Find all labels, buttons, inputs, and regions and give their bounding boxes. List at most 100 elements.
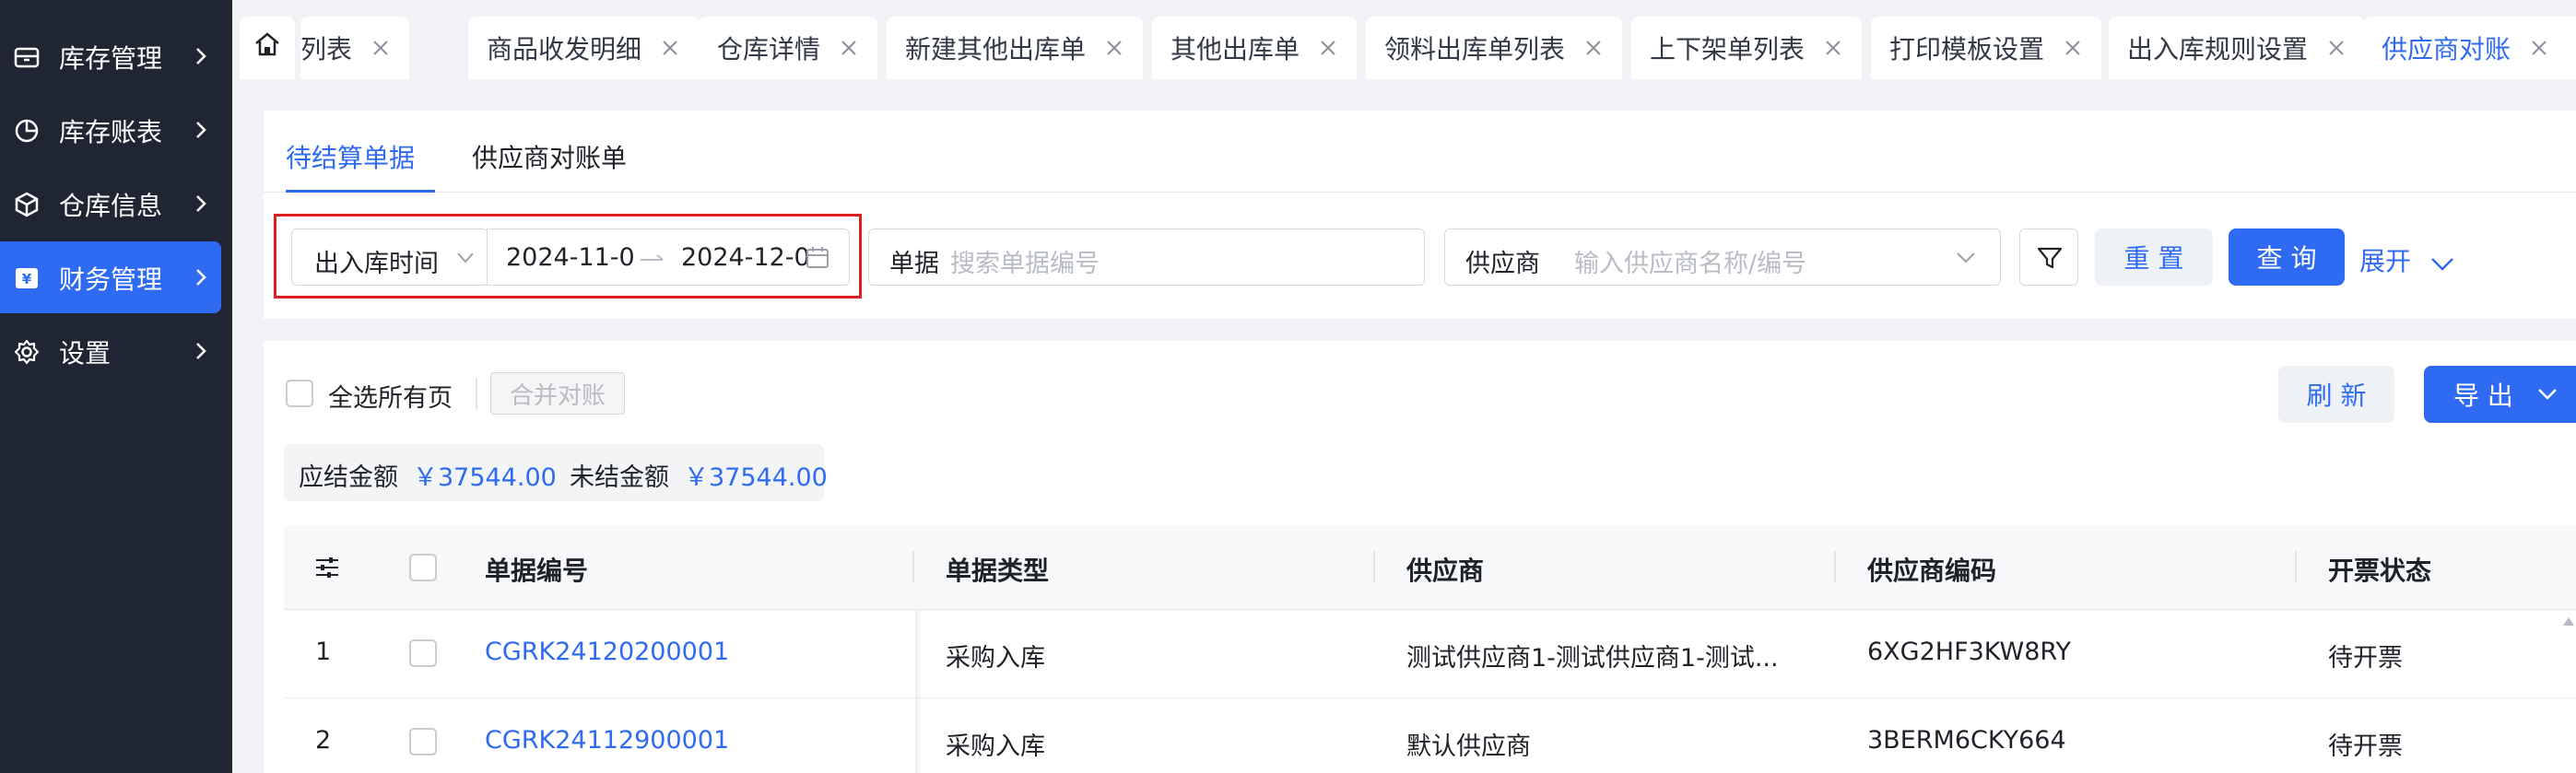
tab-home[interactable]: [240, 17, 295, 79]
sidebar-item-label: 财务管理: [59, 264, 163, 295]
column-settings-icon[interactable]: [313, 555, 341, 580]
supplier-label: 供应商: [1465, 250, 1540, 278]
column-divider[interactable]: [2295, 551, 2297, 582]
toolbar-divider: [476, 378, 477, 409]
doc-number-search[interactable]: 单据 搜索单据编号: [868, 228, 1425, 286]
subtab-active-indicator: [286, 190, 435, 193]
tab-bar: 列表 商品收发明细 仓库详情 新建其他出库单 其他出库单 领料出库单列表 上下架…: [232, 0, 2576, 81]
fixed-column-shadow: [915, 610, 923, 698]
column-divider[interactable]: [912, 551, 914, 582]
chevron-down-icon: [2431, 258, 2453, 271]
subtab-supplier-statement[interactable]: 供应商对账单: [472, 138, 627, 175]
tab-supplier-reconciliation[interactable]: 供应商对账: [2363, 17, 2576, 79]
unsettled-amount-value: ￥37544.00: [684, 463, 828, 492]
filter-button[interactable]: [2019, 228, 2078, 286]
close-icon[interactable]: [2326, 38, 2347, 58]
select-all-rows-checkbox[interactable]: [409, 554, 437, 581]
tab-inout-rules[interactable]: 出入库规则设置: [2109, 17, 2366, 79]
tab-print-template[interactable]: 打印模板设置: [1871, 17, 2102, 79]
close-icon[interactable]: [371, 38, 391, 58]
invoice-status-cell: 待开票: [2328, 732, 2403, 761]
row-checkbox[interactable]: [409, 728, 437, 755]
row-checkbox[interactable]: [409, 639, 437, 667]
table-row[interactable]: 1 CGRK24120200001 采购入库 测试供应商1-测试供应商1-测试.…: [284, 610, 2576, 698]
close-icon[interactable]: [2529, 38, 2549, 58]
row-index: 2: [315, 726, 332, 755]
expand-toggle[interactable]: 展开: [2359, 241, 2454, 278]
gear-icon: [14, 339, 40, 365]
tab-other-outbound[interactable]: 其他出库单: [1152, 17, 1358, 79]
close-icon[interactable]: [660, 38, 680, 58]
invoice-status-cell: 待开票: [2328, 644, 2403, 673]
tab-label: 供应商对账: [2382, 34, 2511, 64]
supplier-code-cell: 3BERM6CKY664: [1867, 726, 2066, 755]
doc-type-cell: 采购入库: [946, 644, 1045, 673]
chevron-right-icon: [196, 343, 206, 359]
close-icon[interactable]: [1104, 38, 1124, 58]
export-button[interactable]: 导 出: [2424, 366, 2576, 423]
supplier-select[interactable]: 供应商 输入供应商名称/编号: [1444, 228, 2001, 286]
close-icon[interactable]: [839, 38, 859, 58]
close-icon[interactable]: [1823, 38, 1843, 58]
svg-text:¥: ¥: [22, 271, 32, 287]
reset-button[interactable]: 重 置: [2095, 228, 2213, 286]
supplier-input[interactable]: 输入供应商名称/编号: [1574, 243, 1806, 279]
sidebar-item-inventory-ledger[interactable]: 库存账表: [0, 94, 221, 166]
doc-number-link[interactable]: CGRK24112900001: [485, 726, 729, 755]
tab-label: 出入库规则设置: [2127, 34, 2309, 64]
cube-icon: [15, 192, 39, 217]
doc-number-link[interactable]: CGRK24120200001: [485, 638, 729, 666]
tab-goods-movement[interactable]: 商品收发明细: [468, 17, 700, 79]
finance-icon: ¥: [16, 268, 38, 288]
chevron-right-icon: [196, 195, 206, 212]
supplier-code-cell: 6XG2HF3KW8RY: [1867, 638, 2071, 666]
table-row[interactable]: 2 CGRK24112900001 采购入库 默认供应商 3BERM6CKY66…: [284, 698, 2576, 773]
close-icon[interactable]: [1583, 38, 1604, 58]
select-all-pages-label: 全选所有页: [328, 384, 453, 413]
tab-label: 领料出库单列表: [1384, 34, 1566, 64]
tab-label: 其他出库单: [1170, 34, 1300, 64]
refresh-button[interactable]: 刷 新: [2278, 366, 2394, 423]
sidebar-item-warehouse[interactable]: 仓库信息: [0, 168, 221, 240]
chevron-down-icon: [2538, 389, 2557, 400]
tab-warehouse-detail[interactable]: 仓库详情: [699, 17, 878, 79]
doc-type-cell: 采购入库: [946, 732, 1045, 761]
column-header-invoice-status[interactable]: 开票状态: [2328, 551, 2431, 588]
export-label: 导 出: [2453, 381, 2513, 411]
scroll-up-icon[interactable]: [2562, 615, 2575, 627]
query-button[interactable]: 查 询: [2229, 228, 2345, 286]
chevron-down-icon: [1957, 252, 1975, 264]
sidebar: 库存管理 库存账表 仓库信息 ¥ 财务管理 设置: [0, 0, 232, 773]
subtab-pending-settlement[interactable]: 待结算单据: [286, 138, 415, 175]
tab-material-outbound-list[interactable]: 领料出库单列表: [1366, 17, 1623, 79]
column-header-supplier[interactable]: 供应商: [1406, 551, 1484, 588]
row-index: 1: [315, 638, 332, 666]
fixed-column-shadow: [915, 698, 923, 773]
sidebar-item-label: 设置: [59, 338, 112, 369]
column-divider[interactable]: [1373, 551, 1375, 582]
select-all-pages-checkbox[interactable]: [286, 380, 313, 407]
chevron-right-icon: [196, 269, 206, 286]
tab-shelving-list[interactable]: 上下架单列表: [1631, 17, 1863, 79]
subtab-divider: [264, 192, 2576, 193]
tab-new-other-outbound[interactable]: 新建其他出库单: [887, 17, 1144, 79]
column-header-supplier-code[interactable]: 供应商编码: [1867, 551, 1996, 588]
due-amount-value: ￥37544.00: [413, 463, 557, 492]
sidebar-item-settings[interactable]: 设置: [0, 315, 221, 387]
sidebar-item-inventory[interactable]: 库存管理: [0, 20, 221, 92]
tab-list[interactable]: 列表: [300, 17, 410, 79]
column-header-doc-no[interactable]: 单据编号: [485, 551, 588, 588]
sidebar-item-label: 库存账表: [59, 117, 163, 147]
close-icon[interactable]: [1318, 38, 1338, 58]
tab-label: 仓库详情: [717, 34, 821, 64]
sidebar-item-finance[interactable]: ¥ 财务管理: [0, 241, 221, 313]
unsettled-amount-label: 未结金额: [570, 463, 669, 492]
column-header-doc-type[interactable]: 单据类型: [946, 551, 1049, 588]
expand-label: 展开: [2359, 246, 2412, 276]
close-icon[interactable]: [2063, 38, 2083, 58]
home-icon: [255, 32, 279, 56]
pie-chart-icon: [15, 119, 39, 143]
doc-number-input[interactable]: 搜索单据编号: [950, 243, 1100, 279]
column-divider[interactable]: [1834, 551, 1836, 582]
merge-reconcile-button[interactable]: 合并对账: [490, 372, 625, 415]
